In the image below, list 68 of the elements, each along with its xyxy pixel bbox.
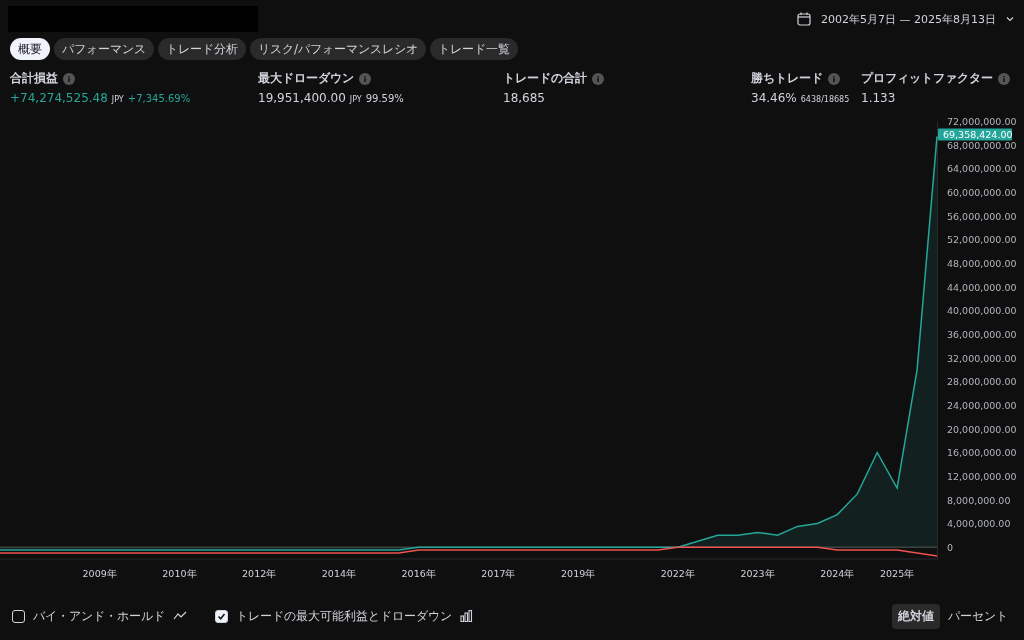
x-axis-label: 2014年 [321,568,356,579]
y-axis-label: 56,000,000.00 [947,210,1017,222]
stat-value: +74,274,525.48 [10,91,108,105]
stat-value: 18,685 [503,91,545,105]
y-axis-label: 72,000,000.00 [947,116,1017,127]
stat-label: 合計損益 [10,70,58,87]
tab[interactable]: パフォーマンス [54,38,154,60]
y-axis-label: 4,000,000.00 [947,518,1011,530]
stat-label: プロフィットファクター [861,70,993,87]
currency-label: JPY [111,95,124,104]
stat-label: 勝ちトレード [751,70,823,87]
option-label: バイ・アンド・ホールド [33,607,165,625]
tab[interactable]: トレード一覧 [430,38,519,60]
y-axis-label: 36,000,000.00 [947,329,1017,341]
y-axis-label: 48,000,000.00 [947,258,1017,270]
check-icon [217,611,226,621]
checkbox[interactable] [12,609,25,623]
info-icon[interactable] [828,72,840,85]
tab[interactable]: 概要 [10,38,50,60]
x-axis-label: 2017年 [481,568,516,579]
y-axis-label: 32,000,000.00 [947,352,1017,364]
info-icon[interactable] [359,72,371,85]
stat-label: 最大ドローダウン [258,70,354,87]
tab[interactable]: リスク/パフォーマンスレシオ [250,38,427,60]
x-axis-label: 2009年 [82,568,117,579]
tab[interactable]: トレード分析 [158,38,246,60]
currency-label: JPY [349,95,362,104]
y-axis-label: 12,000,000.00 [947,471,1017,483]
info-icon[interactable] [998,72,1010,85]
y-axis-label: 60,000,000.00 [947,187,1017,199]
line-chart-icon [173,611,187,621]
y-axis-label: 40,000,000.00 [947,305,1017,317]
info-icon[interactable] [592,72,604,85]
stat-value: 34.46% [751,91,797,105]
last-value-label: 69,358,424.00 [938,128,1013,141]
mode-toggle[interactable]: 絶対値 [892,603,940,629]
y-axis-label: 24,000,000.00 [947,400,1017,412]
stat-value: 19,951,400.00 [258,91,346,105]
x-axis-label: 2010年 [162,568,197,579]
x-axis-label: 2012年 [242,568,277,579]
x-axis-label: 2025年 [880,568,915,579]
bar-chart-icon [460,610,473,622]
x-axis-label: 2016年 [401,568,436,579]
stat-detail: 99.59% [365,93,404,104]
y-axis-label: 0 [947,542,954,554]
y-axis-label: 20,000,000.00 [947,423,1017,435]
y-axis-label: 16,000,000.00 [947,447,1017,459]
x-axis-label: 2022年 [660,568,695,579]
mode-toggle[interactable]: パーセント [942,603,1014,629]
stat-value: 1.133 [861,91,896,105]
stat-detail: 6438/18685 [800,95,850,104]
y-axis-label: 52,000,000.00 [947,234,1017,246]
stat-label: トレードの合計 [503,70,587,87]
x-axis-label: 2024年 [820,568,855,579]
y-axis-label: 64,000,000.00 [947,163,1017,175]
y-axis-label: 28,000,000.00 [947,376,1017,388]
stat-detail: +7,345.69% [127,93,191,104]
x-axis-label: 2023年 [740,568,775,579]
calendar-icon [797,12,811,26]
info-icon[interactable] [63,72,75,85]
option-label: トレードの最大可能利益とドローダウン [236,607,452,625]
x-axis-label: 2019年 [561,568,596,579]
date-range-button[interactable]: 2002年5月7日 — 2025年8月13日 [797,11,1014,27]
chevron-down-icon [1006,16,1014,22]
y-axis-label: 44,000,000.00 [947,281,1017,293]
checkbox[interactable] [215,609,228,623]
y-axis-label: 8,000,000.00 [947,494,1011,506]
y-axis-label: 68,000,000.00 [947,139,1017,151]
